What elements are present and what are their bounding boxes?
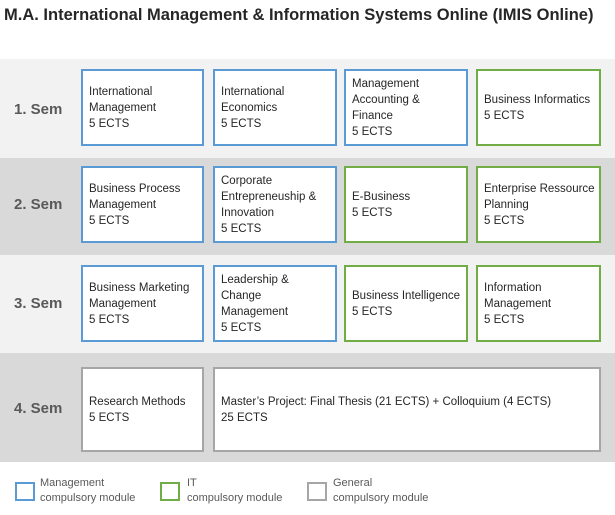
module-leadership-change-management: Leadership & Change Management 5 ECTS bbox=[213, 265, 337, 342]
legend-swatch-general bbox=[307, 482, 327, 501]
module-name: Business Informatics bbox=[484, 93, 591, 106]
module-ects: 5 ECTS bbox=[89, 411, 130, 424]
module-ects: 5 ECTS bbox=[221, 321, 262, 334]
module-name: International Management bbox=[89, 85, 157, 114]
legend-line: compulsory module bbox=[333, 492, 429, 504]
module-business-process-management: Business Process Management 5 ECTS bbox=[81, 166, 204, 243]
module-international-economics: International Economics 5 ECTS bbox=[213, 69, 337, 146]
legend-label-it: IT compulsory module bbox=[187, 476, 282, 506]
module-name: Management Accounting & Finance bbox=[352, 77, 420, 122]
module-ects: 5 ECTS bbox=[89, 313, 130, 326]
module-information-management: Information Management 5 ECTS bbox=[476, 265, 601, 342]
legend-line: General bbox=[333, 477, 373, 489]
module-ects: 5 ECTS bbox=[484, 214, 525, 227]
module-name: E-Business bbox=[352, 190, 411, 203]
module-ects: 5 ECTS bbox=[352, 305, 393, 318]
module-ects: 5 ECTS bbox=[221, 117, 262, 130]
module-name: Master’s Project: Final Thesis (21 ECTS)… bbox=[221, 395, 552, 408]
module-name: Corporate Entrepreneuship & Innovation bbox=[221, 174, 317, 219]
module-research-methods: Research Methods 5 ECTS bbox=[81, 367, 204, 452]
module-name: Leadership & Change Management bbox=[221, 273, 289, 318]
legend-line: compulsory module bbox=[187, 492, 283, 504]
legend-label-general: General compulsory module bbox=[333, 476, 428, 506]
module-name: Business Marketing Management bbox=[89, 281, 190, 310]
module-name: Business Intelligence bbox=[352, 289, 461, 302]
module-name: Business Process Management bbox=[89, 182, 181, 211]
module-name: International Economics bbox=[221, 85, 285, 114]
semester-label: 1. Sem bbox=[14, 101, 63, 118]
module-ects: 5 ECTS bbox=[352, 206, 393, 219]
module-name: Research Methods bbox=[89, 395, 186, 408]
legend-label-management: Management compulsory module bbox=[40, 476, 135, 506]
module-enterprise-resource-planning: Enterprise Ressource Planning 5 ECTS bbox=[476, 166, 601, 243]
module-corporate-entrepreneurship-innovation: Corporate Entrepreneuship & Innovation 5… bbox=[213, 166, 337, 243]
module-masters-project: Master’s Project: Final Thesis (21 ECTS)… bbox=[213, 367, 601, 452]
legend-line: Management bbox=[40, 477, 105, 489]
semester-label: 3. Sem bbox=[14, 295, 63, 312]
module-e-business: E-Business 5 ECTS bbox=[344, 166, 468, 243]
module-ects: 5 ECTS bbox=[484, 313, 525, 326]
page-title: M.A. International Management & Informat… bbox=[4, 6, 594, 24]
semester-label: 2. Sem bbox=[14, 196, 63, 213]
module-ects: 25 ECTS bbox=[221, 411, 268, 424]
module-ects: 5 ECTS bbox=[484, 109, 525, 122]
module-business-informatics: Business Informatics 5 ECTS bbox=[476, 69, 601, 146]
module-name: Information Management bbox=[484, 281, 552, 310]
module-ects: 5 ECTS bbox=[352, 125, 393, 138]
legend-line: compulsory module bbox=[40, 492, 136, 504]
module-ects: 5 ECTS bbox=[221, 222, 262, 235]
legend-swatch-management bbox=[15, 482, 35, 501]
module-business-intelligence: Business Intelligence 5 ECTS bbox=[344, 265, 468, 342]
module-ects: 5 ECTS bbox=[89, 214, 130, 227]
legend-line: IT bbox=[187, 477, 197, 489]
module-ects: 5 ECTS bbox=[89, 117, 130, 130]
module-international-management: International Management 5 ECTS bbox=[81, 69, 204, 146]
module-business-marketing-management: Business Marketing Management 5 ECTS bbox=[81, 265, 204, 342]
semester-label: 4. Sem bbox=[14, 400, 63, 417]
legend-swatch-it bbox=[160, 482, 180, 501]
module-management-accounting-finance: Management Accounting & Finance 5 ECTS bbox=[344, 69, 468, 146]
module-name: Enterprise Ressource Planning bbox=[484, 182, 595, 211]
